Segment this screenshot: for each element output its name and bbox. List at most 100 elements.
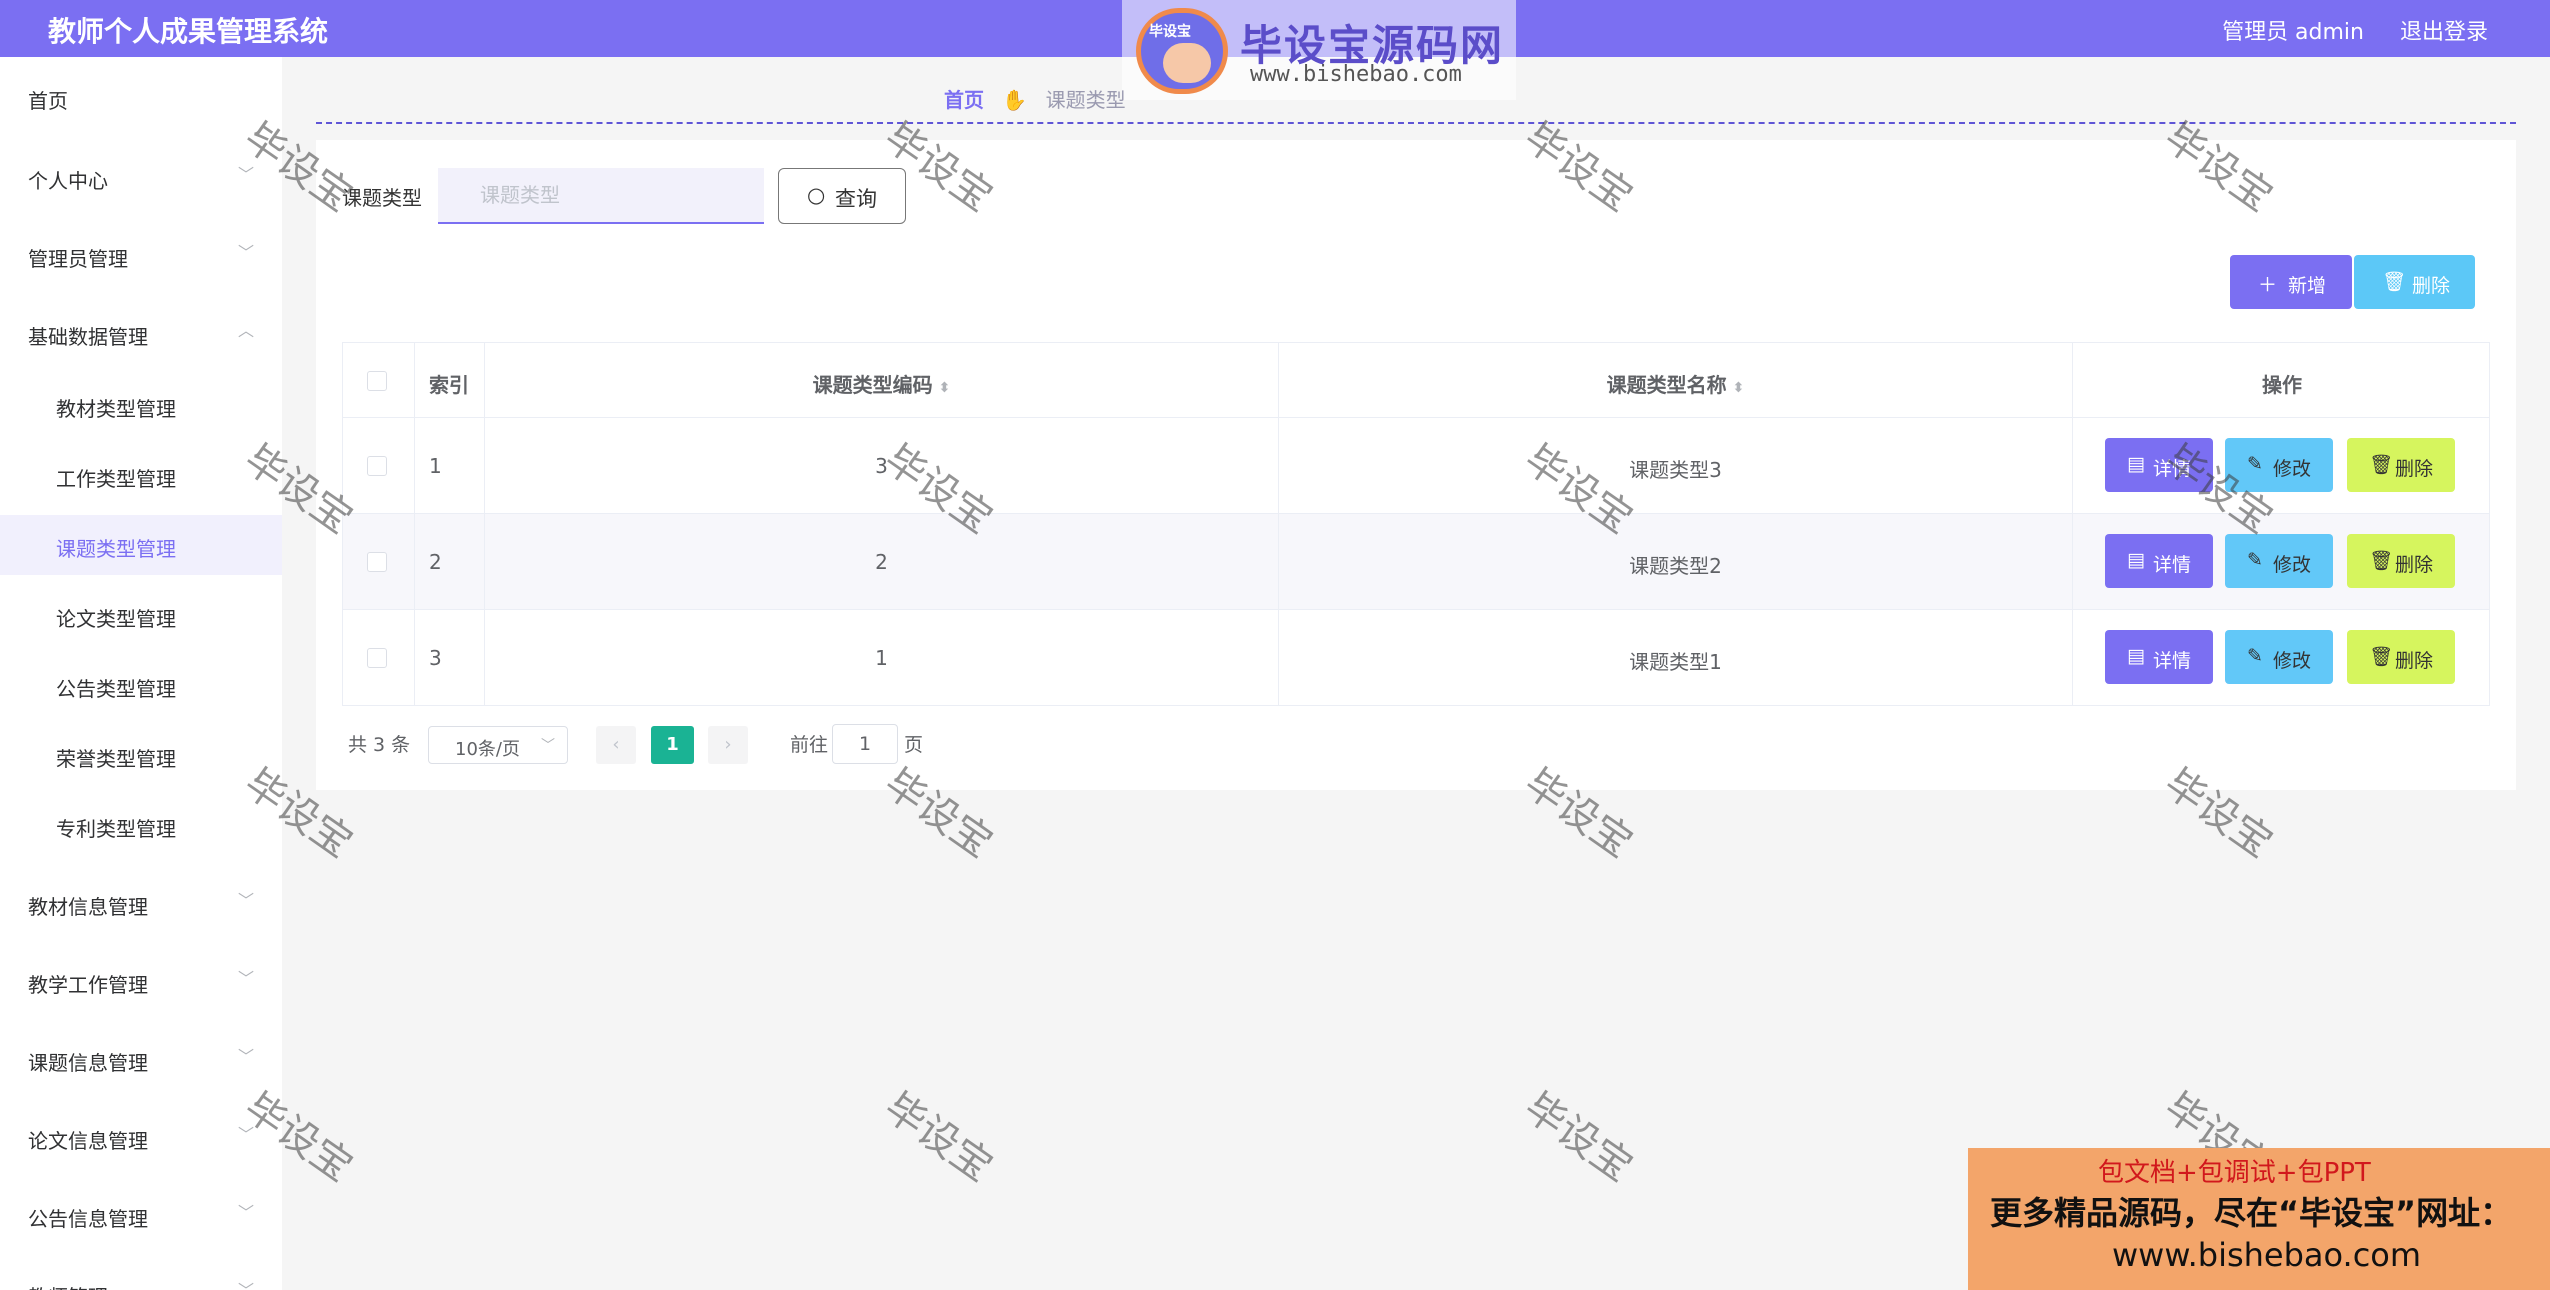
row-checkbox[interactable]: [367, 648, 387, 668]
sidebar-item-teacher[interactable]: 教师管理 ﹀: [0, 1263, 282, 1290]
mascot-text: 毕设宝: [1149, 24, 1191, 40]
next-page-button[interactable]: ›: [708, 726, 748, 764]
query-button-label: 查询: [835, 187, 877, 211]
delete-button[interactable]: 🗑 删除: [2347, 630, 2455, 684]
row-checkbox[interactable]: [367, 552, 387, 572]
search-input[interactable]: [438, 168, 764, 224]
breadcrumb: 首页 ✋ 课题类型: [944, 84, 1126, 113]
search-label: 课题类型: [342, 186, 422, 210]
sidebar-item-label: 论文信息管理: [28, 1129, 148, 1153]
row-index-cell: 1: [415, 418, 485, 513]
page-size-select[interactable]: 10条/页 ﹀: [428, 726, 568, 764]
select-all-checkbox[interactable]: [367, 371, 387, 391]
chevron-down-icon: ﹀: [238, 969, 255, 988]
sidebar-item-honor-type[interactable]: 荣誉类型管理: [0, 725, 282, 785]
edit-button[interactable]: ✎ 修改: [2225, 438, 2333, 492]
sidebar-item-admin-manage[interactable]: 管理员管理 ﹀: [0, 225, 282, 285]
batch-delete-button[interactable]: 🗑 删除: [2354, 255, 2475, 309]
table-row: 3 1 课题类型1 ▤ 详情 ✎ 修改 🗑 删除: [342, 610, 2490, 706]
search-icon: ○: [807, 183, 826, 207]
pencil-icon: ✎: [2247, 453, 2263, 475]
chevron-up-icon: ︿: [238, 321, 255, 340]
edit-button[interactable]: ✎ 修改: [2225, 534, 2333, 588]
page-size-value: 10条/页: [455, 739, 520, 760]
sidebar-item-topic-info[interactable]: 课题信息管理 ﹀: [0, 1029, 282, 1089]
breadcrumb-home[interactable]: 首页: [944, 88, 984, 112]
pencil-icon: ✎: [2247, 645, 2263, 667]
logout-link[interactable]: 退出登录: [2400, 14, 2488, 46]
sidebar-item-label: 教师管理: [28, 1281, 108, 1290]
sidebar-item-personal-center[interactable]: 个人中心 ﹀: [0, 147, 282, 207]
hand-icon: ✋: [1002, 88, 1028, 112]
document-icon: ▤: [2127, 549, 2145, 571]
header-name: 课题类型名称 ⬍: [1279, 369, 2072, 398]
sidebar-item-topic-type[interactable]: 课题类型管理: [0, 515, 282, 575]
sidebar-item-textbook-info[interactable]: 教材信息管理 ﹀: [0, 873, 282, 933]
breadcrumb-current: 课题类型: [1045, 88, 1126, 112]
sidebar-item-label: 管理员管理: [28, 247, 128, 271]
sidebar-item-work-type[interactable]: 工作类型管理: [0, 445, 282, 505]
detail-button[interactable]: ▤ 详情: [2105, 630, 2213, 684]
sidebar-item-label: 课题信息管理: [28, 1051, 148, 1075]
row-checkbox-cell: [343, 418, 415, 513]
delete-label: 删除: [2395, 554, 2434, 576]
goto-page-input[interactable]: [832, 724, 898, 764]
trash-icon: 🗑: [2369, 454, 2394, 476]
detail-label: 详情: [2153, 650, 2192, 672]
trash-icon: 🗑: [2369, 646, 2394, 668]
row-code: 1: [875, 646, 888, 670]
page-number-button[interactable]: 1: [651, 726, 694, 764]
row-name: 课题类型3: [1629, 458, 1722, 482]
header-code-cell[interactable]: 课题类型编码 ⬍: [485, 343, 1279, 417]
edit-label: 修改: [2273, 554, 2312, 576]
ad-line-2: 更多精品源码，尽在“毕设宝”网址：: [1990, 1194, 2513, 1232]
row-checkbox-cell: [343, 514, 415, 609]
delete-button[interactable]: 🗑 删除: [2347, 438, 2455, 492]
sidebar-item-label: 教材类型管理: [56, 397, 176, 421]
header-index-cell: 索引: [415, 343, 485, 417]
sidebar-item-teaching-work[interactable]: 教学工作管理 ﹀: [0, 951, 282, 1011]
sidebar-item-label: 课题类型管理: [56, 537, 176, 561]
sidebar-item-label: 工作类型管理: [56, 467, 176, 491]
trash-icon: 🗑: [2369, 550, 2394, 572]
sidebar: 首页 个人中心 ﹀ 管理员管理 ﹀ 基础数据管理 ︿ 教材类型管理 工作类型管理…: [0, 57, 282, 1290]
detail-button[interactable]: ▤ 详情: [2105, 438, 2213, 492]
watermark-text: 毕设宝: [875, 1084, 1001, 1191]
edit-label: 修改: [2273, 458, 2312, 480]
table-row: 2 2 课题类型2 ▤ 详情 ✎ 修改 🗑 删除: [342, 514, 2490, 610]
row-checkbox[interactable]: [367, 456, 387, 476]
sidebar-item-textbook-type[interactable]: 教材类型管理: [0, 375, 282, 435]
ad-banner[interactable]: 包文档+包调试+包PPT 更多精品源码，尽在“毕设宝”网址： www.bishe…: [1968, 1148, 2550, 1290]
delete-button[interactable]: 🗑 删除: [2347, 534, 2455, 588]
edit-button[interactable]: ✎ 修改: [2225, 630, 2333, 684]
plus-icon: ＋: [2258, 274, 2278, 296]
sidebar-item-home[interactable]: 首页: [0, 67, 282, 127]
sidebar-item-paper-info[interactable]: 论文信息管理 ﹀: [0, 1107, 282, 1167]
delete-label: 删除: [2395, 458, 2434, 480]
sidebar-item-base-data[interactable]: 基础数据管理 ︿: [0, 303, 282, 363]
prev-page-button[interactable]: ‹: [596, 726, 636, 764]
sidebar-item-notice-type[interactable]: 公告类型管理: [0, 655, 282, 715]
sidebar-item-patent-type[interactable]: 专利类型管理: [0, 795, 282, 855]
sidebar-item-notice-info[interactable]: 公告信息管理 ﹀: [0, 1185, 282, 1245]
row-name-cell: 课题类型1: [1279, 610, 2073, 705]
pencil-icon: ✎: [2247, 549, 2263, 571]
document-icon: ▤: [2127, 453, 2145, 475]
divider: [316, 122, 2516, 124]
header-name-cell[interactable]: 课题类型名称 ⬍: [1279, 343, 2073, 417]
ad-line-3: www.bishebao.com: [2112, 1236, 2422, 1274]
detail-button[interactable]: ▤ 详情: [2105, 534, 2213, 588]
sidebar-item-label: 专利类型管理: [56, 817, 176, 841]
site-logo-watermark: 毕设宝 毕设宝源码网 www.bishebao.com: [1122, 0, 1516, 100]
chevron-down-icon: ﹀: [238, 1125, 255, 1144]
row-name: 课题类型2: [1629, 554, 1722, 578]
mascot-face: [1163, 43, 1211, 83]
add-button[interactable]: ＋ 新增: [2230, 255, 2352, 309]
sidebar-item-paper-type[interactable]: 论文类型管理: [0, 585, 282, 645]
header-checkbox-cell: [343, 343, 415, 417]
row-code: 2: [875, 550, 888, 574]
query-button[interactable]: ○ 查询: [778, 168, 906, 224]
data-table: 索引 课题类型编码 ⬍ 课题类型名称 ⬍ 操作 1 3 课题类型3 ▤ 详情 ✎ 修改 …: [342, 342, 2490, 708]
sort-icon[interactable]: ⬍: [939, 380, 951, 396]
sort-icon[interactable]: ⬍: [1733, 380, 1745, 396]
